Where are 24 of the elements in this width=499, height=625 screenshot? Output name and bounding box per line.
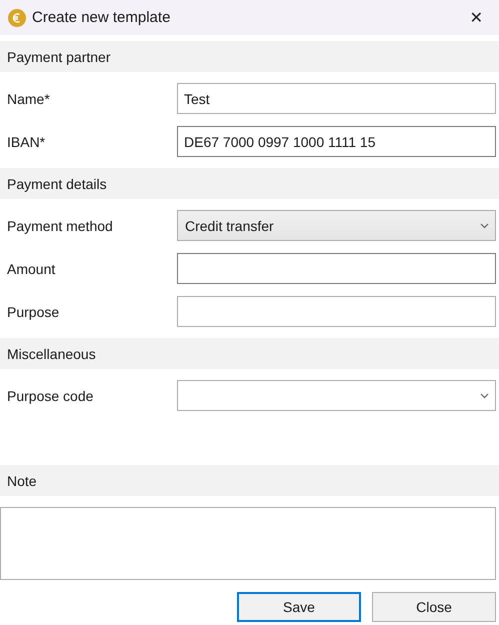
text-field[interactable]: DE67 7000 0997 1000 1111 15 xyxy=(177,126,496,157)
dialog-button[interactable]: Save xyxy=(237,592,361,622)
field-label: Amount xyxy=(7,260,56,276)
field-label: Name* xyxy=(7,90,51,106)
text-field[interactable] xyxy=(177,296,496,327)
dropdown[interactable] xyxy=(177,380,496,411)
dropdown[interactable]: Credit transfer xyxy=(177,210,496,241)
field-label: Purpose code xyxy=(7,388,94,404)
chevron-down-icon xyxy=(480,222,489,228)
section-header: Payment details xyxy=(7,176,107,192)
field-label: Payment method xyxy=(7,218,114,234)
dialog-button[interactable]: Close xyxy=(372,592,496,622)
field-label: IBAN* xyxy=(7,134,46,150)
chevron-down-icon xyxy=(480,392,489,398)
text-field[interactable]: Test xyxy=(177,83,496,114)
window-title: Create new template xyxy=(32,9,172,26)
text-field[interactable] xyxy=(177,253,496,284)
note-field[interactable] xyxy=(0,507,496,580)
close-button[interactable]: ✕ xyxy=(466,8,487,27)
section-header: Note xyxy=(7,472,37,488)
section-header: Payment partner xyxy=(7,48,110,64)
euro-coin-icon xyxy=(8,8,26,26)
section-header: Miscellaneous xyxy=(7,346,96,362)
field-label: Purpose xyxy=(7,304,60,320)
